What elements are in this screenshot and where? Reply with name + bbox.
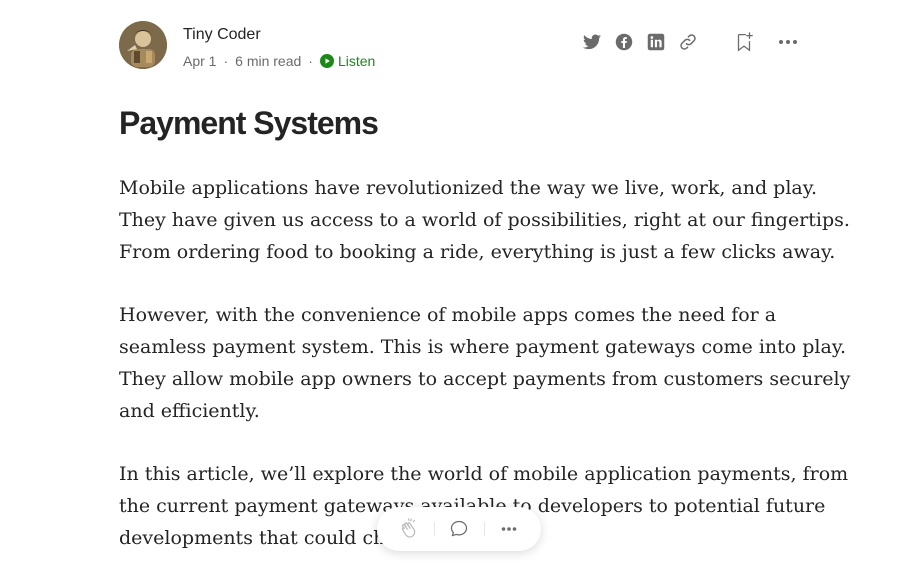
scrollbar[interactable] xyxy=(905,0,922,565)
more-icon[interactable] xyxy=(497,517,521,541)
article-title: Payment Systems xyxy=(119,105,379,141)
bar-separator xyxy=(433,522,435,536)
paragraph-line: However, with the convenience of mobile … xyxy=(119,304,777,326)
author-avatar[interactable] xyxy=(119,21,167,69)
share-icons xyxy=(581,31,699,53)
read-time: 6 min read xyxy=(235,53,302,69)
link-icon[interactable] xyxy=(677,31,699,53)
listen-label: Listen xyxy=(337,53,376,69)
clap-icon[interactable] xyxy=(397,517,421,541)
paragraph: However, with the convenience of mobile … xyxy=(119,299,851,427)
meta-separator: · xyxy=(223,53,229,69)
paragraph-line: Mobile applications have revolutionized … xyxy=(119,177,817,199)
more-icon[interactable] xyxy=(777,31,799,53)
floating-action-bar xyxy=(377,507,541,551)
post-meta: Apr 1 · 6 min read · Listen xyxy=(183,51,375,71)
paragraph-line: They have given us access to a world of … xyxy=(119,209,850,231)
author-meta: Tiny Coder Apr 1 · 6 min read · Listen xyxy=(183,25,375,71)
bookmark-add-icon[interactable] xyxy=(733,31,755,53)
paragraph-line: In this article, we’ll explore the world… xyxy=(119,463,849,485)
meta-separator: · xyxy=(308,53,313,69)
publish-date: Apr 1 xyxy=(183,53,217,69)
facebook-icon[interactable] xyxy=(613,31,635,53)
paragraph-line: From ordering food to booking a ride, ev… xyxy=(119,241,836,263)
linkedin-icon[interactable] xyxy=(645,31,667,53)
twitter-icon[interactable] xyxy=(581,31,603,53)
paragraph: Mobile applications have revolutionized … xyxy=(119,172,850,268)
bar-separator xyxy=(483,522,485,536)
avatar-image xyxy=(119,21,167,69)
listen-button[interactable]: Listen xyxy=(319,51,376,71)
paragraph-line: and efficiently. xyxy=(119,400,260,422)
play-icon xyxy=(319,54,334,68)
author-header: Tiny Coder Apr 1 · 6 min read · Listen xyxy=(119,21,799,71)
paragraph-line: seamless payment system. This is where p… xyxy=(119,336,847,358)
comment-icon[interactable] xyxy=(447,517,471,541)
header-actions xyxy=(581,31,799,53)
paragraph-line: They allow mobile app owners to accept p… xyxy=(119,368,851,390)
author-name[interactable]: Tiny Coder xyxy=(183,25,375,45)
